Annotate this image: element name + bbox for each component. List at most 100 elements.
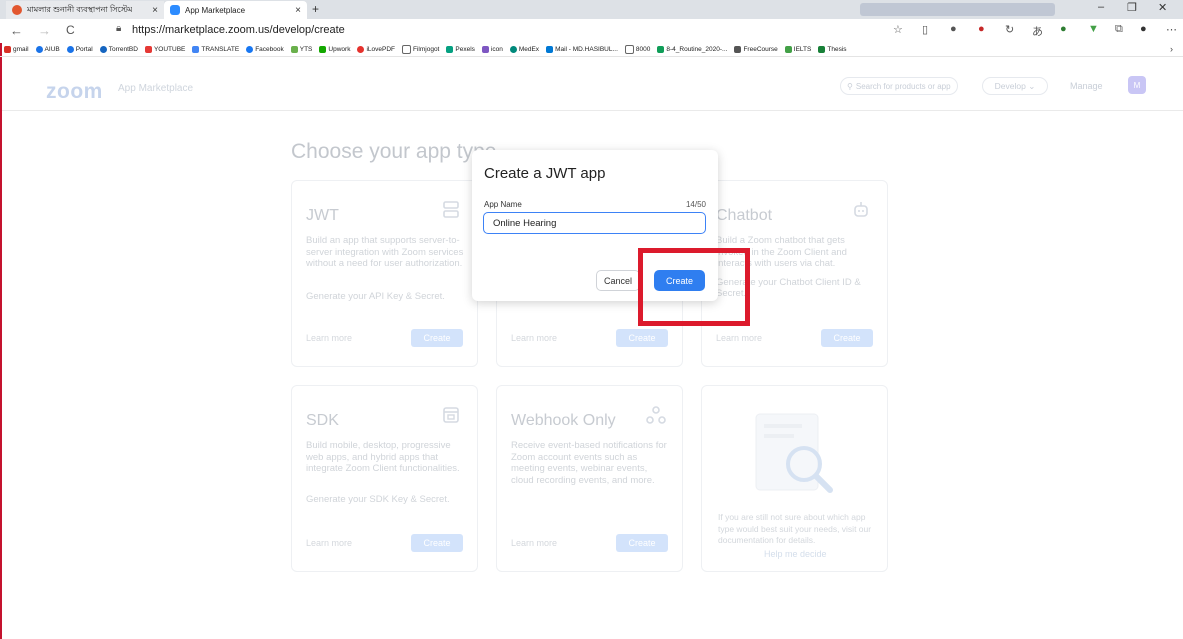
bookmark-gmail[interactable]: gmail xyxy=(4,46,29,53)
gmail-icon xyxy=(4,46,11,53)
outlook-icon xyxy=(546,46,554,53)
help-me-decide-link[interactable]: Help me decide xyxy=(764,549,827,559)
app-name-input[interactable] xyxy=(483,212,706,234)
bookmark-ilovepdf[interactable]: iLovePDF xyxy=(357,46,395,53)
webhook-icon xyxy=(646,405,666,430)
tab-label: App Marketplace xyxy=(185,5,246,15)
bookmark-youtube[interactable]: YOUTUBE xyxy=(144,46,185,53)
create-button[interactable]: Create xyxy=(616,534,668,552)
yts-icon xyxy=(290,46,298,53)
close-window-button[interactable]: ✕ xyxy=(1158,1,1167,14)
translate-icon[interactable]: あ xyxy=(1032,23,1043,39)
page-icon xyxy=(624,45,634,54)
card-webhook: Webhook Only Receive event-based notific… xyxy=(496,385,683,572)
triangle-icon xyxy=(481,46,489,53)
develop-dropdown[interactable]: Develop ⌄ xyxy=(982,77,1048,95)
learn-more-link[interactable]: Learn more xyxy=(306,333,352,343)
bookmark-routine[interactable]: 8-4_Routine_2020-... xyxy=(657,46,727,53)
card-description: Receive event-based notifications for Zo… xyxy=(511,440,667,486)
learn-more-link[interactable]: Learn more xyxy=(716,333,762,343)
zoom-logo[interactable]: zoom xyxy=(46,80,103,104)
create-button[interactable]: Create xyxy=(616,329,668,347)
bookmark-facebook[interactable]: Facebook xyxy=(246,46,284,53)
bookmark-thesis[interactable]: Thesis xyxy=(818,46,847,53)
bookmark-pexels[interactable]: Pexels xyxy=(446,46,475,53)
bookmark-icon[interactable]: icon xyxy=(481,46,503,53)
bookmark-8000[interactable]: 8000 xyxy=(624,45,650,54)
bookmark-freecourse[interactable]: FreeCourse xyxy=(734,46,778,53)
tab-label: মামলার শুনানী ব্যবস্থাপনা সিস্টেম xyxy=(27,4,133,14)
page-title: Choose your app type xyxy=(291,140,497,163)
help-text: If you are still not sure about which ap… xyxy=(718,512,872,545)
extension-icon[interactable]: ● xyxy=(1060,23,1067,35)
url-field[interactable]: https://marketplace.zoom.us/develop/crea… xyxy=(132,24,345,36)
youtube-icon xyxy=(144,46,152,53)
heart-icon xyxy=(357,46,365,53)
extension-icon[interactable]: ● xyxy=(950,23,957,35)
zoom-favicon-icon xyxy=(170,5,180,15)
reload-button[interactable]: C xyxy=(66,23,75,37)
bookmark-aiub[interactable]: AIUB xyxy=(35,46,60,53)
tab-app-marketplace[interactable]: App Marketplace × xyxy=(164,1,307,19)
dialog-title: Create a JWT app xyxy=(484,165,606,182)
profile-icon[interactable]: ● xyxy=(1140,23,1147,35)
favorites-icon[interactable]: ☆ xyxy=(893,23,903,36)
hearing-favicon-icon xyxy=(12,5,22,15)
history-icon[interactable]: ↻ xyxy=(1005,23,1014,36)
learn-more-link[interactable]: Learn more xyxy=(511,333,557,343)
lock-icon: 🔒︎ xyxy=(116,23,122,34)
freecourse-icon xyxy=(734,46,742,53)
bookmark-yts[interactable]: YTS xyxy=(290,46,312,53)
avatar[interactable]: M xyxy=(1128,76,1146,94)
bookmark-torrentbd[interactable]: TorrentBD xyxy=(99,46,138,53)
upwork-icon xyxy=(319,46,327,53)
card-description: Build an app that supports server-to-ser… xyxy=(306,235,464,269)
reading-list-icon[interactable]: ▯ xyxy=(922,23,928,36)
learn-more-link[interactable]: Learn more xyxy=(306,538,352,548)
card-title: Chatbot xyxy=(716,207,773,224)
torrentbd-icon xyxy=(99,46,107,53)
app-name-label: App Name xyxy=(484,200,522,209)
close-tab-icon[interactable]: × xyxy=(152,5,158,16)
search-input[interactable]: ⚲ Search for products or app xyxy=(840,77,958,95)
create-button[interactable]: Create xyxy=(821,329,873,347)
cancel-button[interactable]: Cancel xyxy=(596,270,640,291)
close-tab-icon[interactable]: × xyxy=(295,5,301,16)
restore-button[interactable]: ❐ xyxy=(1127,1,1137,14)
bookmark-portal[interactable]: Portal xyxy=(66,46,93,53)
sheets-icon xyxy=(818,46,826,53)
back-button[interactable]: ← xyxy=(10,23,23,38)
robot-icon xyxy=(851,200,871,225)
new-tab-button[interactable]: + xyxy=(312,2,319,16)
magnifier-illustration-icon xyxy=(755,413,833,493)
bookmark-medex[interactable]: MedEx xyxy=(509,46,539,53)
bookmarks-overflow-icon[interactable]: › xyxy=(1170,44,1173,54)
char-counter: 14/50 xyxy=(685,200,706,209)
card-title: Webhook Only xyxy=(511,412,616,429)
marketplace-title[interactable]: App Marketplace xyxy=(118,83,193,94)
manage-link[interactable]: Manage xyxy=(1070,81,1103,91)
create-button[interactable]: Create xyxy=(411,534,463,552)
card-key-text: Generate your API Key & Secret. xyxy=(306,291,445,302)
card-help: If you are still not sure about which ap… xyxy=(701,385,888,572)
forward-button[interactable]: → xyxy=(38,23,51,38)
shield-icon[interactable]: ▼ xyxy=(1088,23,1099,35)
learn-more-link[interactable]: Learn more xyxy=(511,538,557,548)
bookmarks-bar: gmail AIUB Portal TorrentBD YOUTUBE TRAN… xyxy=(0,43,1183,57)
adblock-icon[interactable]: ● xyxy=(978,23,985,35)
bookmark-ielts[interactable]: IELTS xyxy=(784,46,811,53)
bookmark-mail[interactable]: Mail - MD.HASIBUL... xyxy=(546,46,618,53)
create-button[interactable]: Create xyxy=(411,329,463,347)
minimize-button[interactable]: – xyxy=(1098,1,1104,13)
highlight-annotation xyxy=(638,248,750,326)
bookmark-translate[interactable]: TRANSLATE xyxy=(192,46,239,53)
medex-icon xyxy=(509,46,517,53)
bookmark-filmjogot[interactable]: Filmjogot xyxy=(402,45,439,54)
tab-hearing-system[interactable]: মামলার শুনানী ব্যবস্থাপনা সিস্টেম × xyxy=(6,1,164,19)
menu-icon[interactable]: ⋯ xyxy=(1166,23,1177,36)
card-key-text: Generate your SDK Key & Secret. xyxy=(306,494,450,505)
globe-icon xyxy=(35,46,43,53)
card-jwt: JWT Build an app that supports server-to… xyxy=(291,180,478,367)
collections-icon[interactable]: ⧉ xyxy=(1115,23,1123,36)
bookmark-upwork[interactable]: Upwork xyxy=(319,46,350,53)
